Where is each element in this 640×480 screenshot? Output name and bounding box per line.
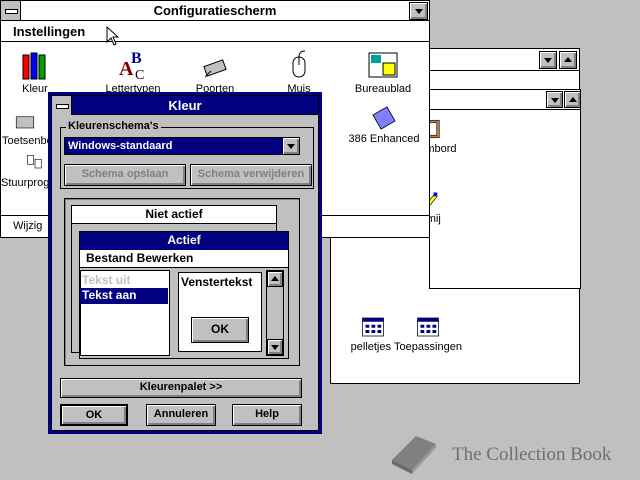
color-dialog-system-menu[interactable] bbox=[52, 96, 72, 115]
mouse-icon bbox=[292, 50, 306, 78]
fonts-icon: ABC bbox=[119, 50, 144, 81]
desktop-icon-item[interactable]: Bureaublad bbox=[343, 49, 423, 95]
preview-window-text: Venstertekst bbox=[181, 275, 253, 289]
svg-text:B: B bbox=[131, 50, 142, 67]
mouse-icon-item[interactable]: Muis bbox=[259, 49, 339, 95]
preview-ok-button: OK bbox=[191, 317, 249, 343]
drivers-label: Stuurprogramma's bbox=[1, 177, 49, 189]
applications-label: Toepassingen bbox=[394, 341, 462, 353]
preview-active-window: Actief Bestand Bewerken Tekst uit Tekst … bbox=[79, 231, 289, 359]
preview-menu-text: Bestand Bewerken bbox=[86, 251, 194, 265]
crayons-icon bbox=[22, 52, 46, 80]
chip-icon bbox=[372, 106, 396, 130]
control-panel-title: Configuratiescherm bbox=[153, 3, 277, 18]
save-scheme-button[interactable]: Schema opslaan bbox=[64, 164, 186, 186]
drivers-icon bbox=[27, 155, 42, 169]
ports-icon-item[interactable]: Poorten bbox=[175, 49, 255, 95]
applications-icon-item[interactable]: Toepassingen bbox=[383, 315, 473, 353]
status-text: Wijzig bbox=[13, 220, 43, 232]
preview-inactive-title: Niet actief bbox=[145, 207, 203, 221]
color-preview[interactable]: Niet actief Actief Bestand Bewerken Teks… bbox=[64, 198, 300, 366]
ok-button[interactable]: OK bbox=[60, 404, 128, 426]
color-icon-item[interactable]: Kleur bbox=[7, 49, 63, 95]
color-label: Kleur bbox=[22, 83, 48, 95]
keyboard-icon bbox=[15, 116, 35, 129]
scheme-dropdown-arrow[interactable] bbox=[282, 137, 300, 155]
maximize-button[interactable] bbox=[559, 51, 577, 69]
scheme-group-label: Kleurenschema's bbox=[66, 120, 161, 132]
preview-highlight-text: Tekst aan bbox=[82, 288, 137, 302]
games-group-icon bbox=[362, 317, 384, 337]
control-panel-system-menu[interactable] bbox=[1, 1, 21, 20]
enhanced-label: 386 Enhanced bbox=[348, 133, 420, 145]
fonts-icon-item[interactable]: ABC Lettertypen bbox=[93, 49, 173, 95]
ports-icon bbox=[203, 59, 227, 78]
desktop-icon bbox=[368, 52, 398, 78]
desktop-label: Bureaublad bbox=[354, 83, 412, 95]
color-palette-button[interactable]: Kleurenpalet >> bbox=[60, 378, 302, 398]
control-panel-minimize-button[interactable] bbox=[409, 2, 428, 20]
preview-disabled-text: Tekst uit bbox=[82, 273, 131, 287]
book-logo-icon bbox=[392, 436, 436, 474]
scroll-down-button[interactable] bbox=[539, 51, 557, 69]
preview-scrollbar bbox=[266, 270, 284, 356]
keyboard-label: Toetsenbord bbox=[2, 135, 48, 147]
svg-text:C: C bbox=[135, 68, 144, 81]
applications-group-icon bbox=[417, 317, 439, 337]
cancel-button[interactable]: Annuleren bbox=[146, 404, 216, 426]
scheme-dropdown[interactable]: Windows-standaard bbox=[64, 137, 298, 155]
menu-instellingen[interactable]: Instellingen bbox=[13, 24, 85, 39]
keyboard-icon-item[interactable]: Toetsenbord bbox=[0, 113, 55, 150]
preview-window-text-box: Venstertekst OK bbox=[178, 272, 262, 352]
mouse-pointer-icon bbox=[106, 26, 120, 46]
help-button[interactable]: Help bbox=[232, 404, 302, 426]
scheme-value: Windows-standaard bbox=[68, 140, 173, 152]
color-dialog-titlebar[interactable]: Kleur bbox=[52, 96, 318, 115]
enhanced-icon-item[interactable]: 386 Enhanced bbox=[341, 105, 427, 145]
group-maximize-button[interactable] bbox=[564, 91, 581, 108]
group-minimize-button[interactable] bbox=[546, 91, 563, 108]
watermark-text: The Collection Book bbox=[452, 444, 612, 465]
color-dialog: Kleur Kleurenschema's Windows-standaard … bbox=[48, 92, 322, 434]
delete-scheme-button[interactable]: Schema verwijderen bbox=[190, 164, 312, 186]
preview-active-title: Actief bbox=[167, 233, 201, 247]
color-dialog-title: Kleur bbox=[168, 98, 202, 113]
control-panel-titlebar[interactable]: Configuratiescherm bbox=[1, 1, 429, 21]
